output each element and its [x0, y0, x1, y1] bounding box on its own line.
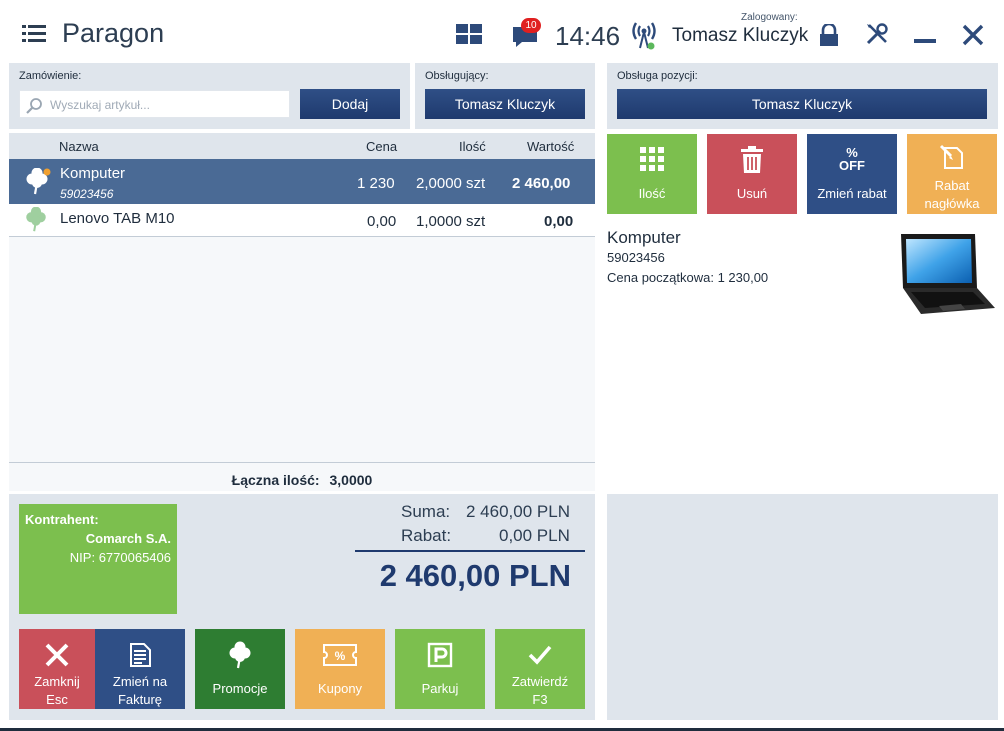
x-icon: [45, 643, 69, 667]
served-by-button[interactable]: Tomasz Kluczyk: [425, 89, 585, 119]
position-service-button[interactable]: Tomasz Kluczyk: [617, 89, 987, 119]
contractor-card[interactable]: Kontrahent: Comarch S.A. NIP: 6770065406: [19, 504, 177, 614]
quantity-tile[interactable]: Ilość: [607, 134, 697, 214]
edit-document-icon: [939, 144, 963, 169]
total-qty-label: Łączna ilość:: [231, 472, 320, 488]
logged-in-user: Tomasz Kluczyk: [672, 25, 809, 46]
header-qty: Ilość: [459, 139, 486, 154]
lock-icon[interactable]: [818, 24, 840, 46]
change-discount-label: Zmień rabat: [817, 186, 887, 201]
row-value: 2 460,00: [512, 175, 571, 192]
connection-signal-icon[interactable]: [631, 20, 657, 50]
sum-value: 2 460,00 PLN: [466, 502, 570, 521]
discount-value: 0,00 PLN: [499, 526, 570, 545]
header-discount-label-2: nagłówka: [924, 196, 980, 211]
search-icon: [26, 98, 42, 114]
park-button[interactable]: Parkuj: [395, 629, 485, 709]
park-label: Parkuj: [421, 681, 459, 696]
top-bar: Paragon 10 14:46 Zalogowany: Tomasz Kluc…: [0, 0, 1004, 62]
clock: 14:46: [555, 21, 621, 51]
notifications-badge: 10: [521, 18, 541, 33]
invoice-label-1: Zmień na: [112, 674, 168, 689]
confirm-label-1: Zatwierdź: [511, 674, 569, 689]
right-bottom-panel: [607, 494, 998, 720]
header-value: Wartość: [527, 139, 575, 154]
detail-code: 59023456: [607, 250, 665, 265]
dashboard-grid-icon[interactable]: [456, 24, 482, 44]
change-discount-tile[interactable]: % OFF Zmień rabat: [807, 134, 897, 214]
promotions-label: Promocje: [212, 681, 268, 696]
discount-off-icon: % OFF: [839, 145, 865, 173]
close-window-icon[interactable]: [962, 24, 984, 46]
row-qty: 2,0000 szt: [416, 175, 486, 192]
shamrock-icon: [26, 207, 46, 232]
discount-label: Rabat:: [401, 526, 452, 545]
position-service-label: Obsługa pozycji:: [617, 70, 698, 82]
add-button[interactable]: Dodaj: [300, 89, 400, 119]
order-label: Zamówienie:: [19, 70, 82, 82]
detail-name: Komputer: [607, 228, 681, 247]
row-price: 0,00: [367, 213, 397, 230]
detail-initial-price: Cena początkowa: 1 230,00: [607, 270, 769, 285]
table-header: Nazwa Cena Ilość Wartość: [9, 133, 595, 159]
contractor-label: Kontrahent:: [25, 512, 99, 527]
app-title: Paragon: [62, 18, 165, 48]
row-value: 0,00: [544, 213, 574, 230]
total-qty-value: 3,0000: [329, 472, 373, 488]
delete-label: Usuń: [736, 186, 768, 201]
header-price: Cena: [366, 139, 398, 154]
contractor-nip: NIP: 6770065406: [69, 550, 171, 565]
close-label-1: Zamknij: [34, 674, 80, 689]
coupons-label: Kupony: [317, 681, 363, 696]
contractor-name: Comarch S.A.: [85, 531, 171, 546]
change-to-invoice-button[interactable]: Zmień na Fakturę: [95, 629, 185, 709]
header-discount-label-1: Rabat: [934, 178, 970, 193]
total-quantity: Łączna ilość: 3,0000: [9, 462, 595, 491]
row-qty: 1,0000 szt: [416, 213, 486, 230]
row-name: Komputer: [60, 165, 126, 182]
shamrock-icon: [26, 168, 51, 195]
product-image: [901, 234, 995, 314]
items-table: Nazwa Cena Ilość Wartość Komputer 590234…: [9, 133, 595, 491]
sum-label: Suma:: [401, 502, 451, 521]
minimize-icon[interactable]: [914, 30, 936, 44]
keypad-icon: [640, 147, 664, 171]
confirm-button[interactable]: Zatwierdź F3: [495, 629, 585, 709]
close-label-2: Esc: [46, 692, 68, 707]
header-discount-tile[interactable]: Rabat nagłówka: [907, 134, 997, 214]
invoice-label-2: Fakturę: [117, 692, 163, 707]
checkmark-icon: [528, 645, 552, 665]
served-by-label: Obsługujący:: [425, 70, 489, 82]
delete-tile[interactable]: Usuń: [707, 134, 797, 214]
quantity-label: Ilość: [638, 186, 666, 201]
table-row[interactable]: Lenovo TAB M10 0,00 1,0000 szt 0,00: [9, 204, 595, 237]
svg-text:%: %: [335, 649, 346, 663]
tools-icon[interactable]: [865, 22, 889, 46]
parking-icon: [427, 642, 453, 668]
confirm-label-2: F3: [532, 692, 548, 707]
grand-total: 2 460,00 PLN: [355, 550, 585, 594]
logged-in-label: Zalogowany:: [741, 12, 798, 23]
header-name: Nazwa: [59, 139, 99, 154]
hamburger-menu-icon[interactable]: [22, 24, 46, 44]
coupons-button[interactable]: % Kupony: [295, 629, 385, 709]
close-button[interactable]: Zamknij Esc: [19, 629, 95, 709]
coupon-icon: %: [323, 644, 357, 666]
row-price: 1 230: [357, 175, 395, 192]
search-box[interactable]: [19, 90, 290, 118]
row-code: 59023456: [60, 187, 114, 201]
document-icon: [130, 643, 151, 667]
table-row[interactable]: Komputer 59023456 1 230 2,0000 szt 2 460…: [9, 159, 595, 204]
promotions-button[interactable]: Promocje: [195, 629, 285, 709]
shamrock-icon: [229, 641, 251, 669]
row-name: Lenovo TAB M10: [60, 210, 175, 227]
search-input[interactable]: [50, 95, 285, 115]
trash-icon: [741, 146, 763, 173]
